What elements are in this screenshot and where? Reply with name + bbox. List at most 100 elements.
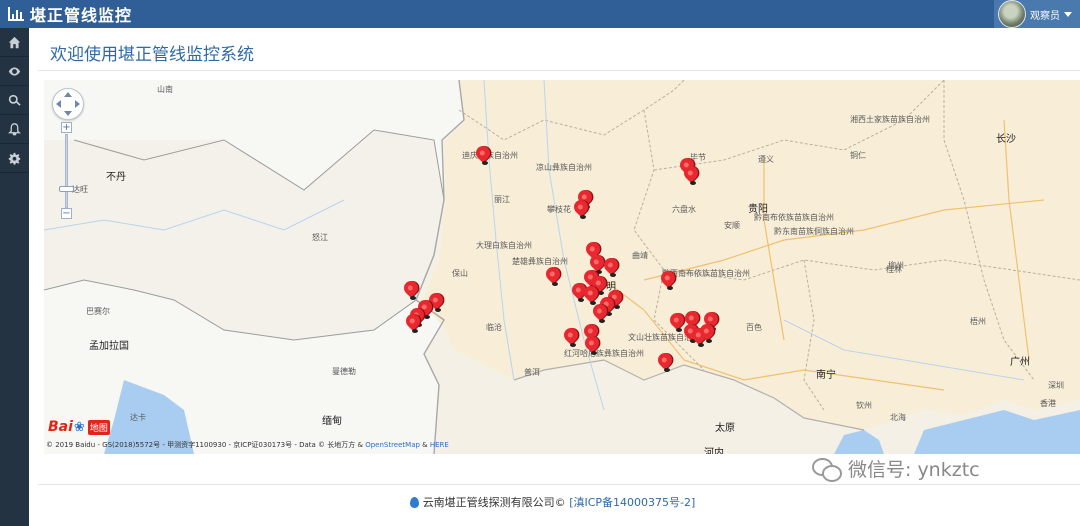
map-logo[interactable]: Bai ❀ 地图 <box>48 417 110 437</box>
location-marker[interactable] <box>697 321 717 343</box>
copyright-amp: & <box>419 441 430 449</box>
sidebar-item-alerts[interactable] <box>0 115 29 144</box>
top-navbar: 堪正管线监控 观察员 <box>0 0 1080 28</box>
search-icon <box>8 94 21 106</box>
sidebar-item-search[interactable] <box>0 86 29 115</box>
location-marker[interactable] <box>581 283 601 305</box>
map-view[interactable]: 不丹 孟加拉国 缅甸 贵阳 明 南宁 广州 长沙 河内 太原 香港 巴赛尔 山南… <box>44 80 1080 454</box>
map-label: 长沙 <box>996 134 1016 145</box>
page-title: 欢迎使用堪正管线监控系统 <box>50 45 254 65</box>
gear-icon <box>8 152 21 165</box>
bar-chart-icon <box>8 7 24 21</box>
location-marker[interactable] <box>571 197 591 219</box>
map-label: 香港 <box>1040 399 1056 408</box>
map-label: 遵义 <box>758 155 774 164</box>
paw-icon: ❀ <box>73 419 85 435</box>
map-label: 百色 <box>746 323 762 332</box>
map-label: 丽江 <box>494 195 510 204</box>
map-label: 普洱 <box>524 368 540 377</box>
osm-link[interactable]: OpenStreetMap <box>365 441 420 449</box>
map-label: 太原 <box>715 423 735 434</box>
wechat-icon <box>812 457 842 482</box>
home-icon <box>8 36 21 48</box>
map-label: 缅甸 <box>322 416 342 427</box>
map-label: 深圳 <box>1048 381 1064 390</box>
map-label: 梧州 <box>970 317 986 326</box>
location-marker[interactable] <box>582 333 602 355</box>
location-marker[interactable] <box>473 143 493 165</box>
zoom-slider[interactable] <box>65 134 68 208</box>
copyright-text: © 2019 Baidu - GS(2018)5572号 - 甲测资字11009… <box>46 441 366 449</box>
sidebar-item-settings[interactable] <box>0 144 29 173</box>
map-label: 达卡 <box>130 413 146 422</box>
zoom-slider-handle[interactable] <box>59 186 74 192</box>
pan-right-icon[interactable] <box>75 100 80 108</box>
pan-left-icon[interactable] <box>56 100 61 108</box>
brand[interactable]: 堪正管线监控 <box>8 0 132 28</box>
map-label: 桂林 <box>886 265 902 274</box>
map-label: 孟加拉国 <box>89 341 129 352</box>
pan-down-icon[interactable] <box>64 111 72 116</box>
icp-link[interactable]: [滇ICP备14000375号-2] <box>569 496 695 509</box>
location-marker[interactable] <box>681 163 701 185</box>
map-label: 北海 <box>890 413 906 422</box>
map-label: 黔南布依族苗族自治州 <box>754 213 834 222</box>
map-label: 攀枝花 <box>547 205 571 214</box>
location-marker[interactable] <box>590 301 610 323</box>
map-label: 大理白族自治州 <box>476 241 532 250</box>
eye-icon <box>8 66 21 76</box>
map-label: 曼德勒 <box>332 367 356 376</box>
watermark-text: 微信号: ynkztc <box>848 459 980 481</box>
map-label: 南宁 <box>816 370 836 381</box>
avatar <box>998 0 1026 28</box>
caret-down-icon <box>1064 11 1072 17</box>
map-label: 六盘水 <box>672 205 696 214</box>
divider <box>38 484 1080 485</box>
water-drop-icon <box>409 497 419 508</box>
location-marker[interactable] <box>403 311 423 333</box>
map-label: 钦州 <box>856 401 872 410</box>
map-label: 巴赛尔 <box>86 307 110 316</box>
map-label: 铜仁 <box>850 151 866 160</box>
pan-up-icon[interactable] <box>64 92 72 97</box>
user-name: 观察员 <box>1030 10 1060 22</box>
map-label: 达旺 <box>72 185 88 194</box>
map-label: 广州 <box>1010 357 1030 368</box>
location-marker[interactable] <box>561 325 581 347</box>
map-label: 红河哈尼族彝族自治州 <box>564 349 644 358</box>
map-label: 楚雄彝族自治州 <box>512 257 568 266</box>
map-base-layer <box>44 80 1080 454</box>
zoom-out-button[interactable]: − <box>61 208 72 219</box>
location-marker[interactable] <box>601 255 621 277</box>
divider <box>38 70 1080 71</box>
map-label: 湘西土家族苗族自治州 <box>850 115 930 124</box>
user-menu[interactable]: 观察员 <box>994 0 1080 28</box>
map-label: 山南 <box>157 85 173 94</box>
map-copyright: © 2019 Baidu - GS(2018)5572号 - 甲测资字11009… <box>46 440 449 450</box>
wechat-watermark: 微信号: ynkztc <box>812 455 980 482</box>
footer: 云南堪正管线探测有限公司© [滇ICP备14000375号-2] <box>0 494 1080 510</box>
sidebar-item-monitor[interactable] <box>0 57 29 86</box>
map-label: 临沧 <box>486 323 502 332</box>
sidebar <box>0 28 29 526</box>
here-link[interactable]: HERE <box>430 441 449 449</box>
location-marker[interactable] <box>401 278 421 300</box>
location-marker[interactable] <box>658 268 678 290</box>
pan-control[interactable] <box>52 88 84 120</box>
map-label: 不丹 <box>106 172 126 183</box>
map-label: 安顺 <box>724 221 740 230</box>
map-label: 保山 <box>452 269 468 278</box>
sidebar-item-home[interactable] <box>0 28 29 57</box>
map-label: 黔东南苗族侗族自治州 <box>774 227 854 236</box>
map-label: 凉山彝族自治州 <box>536 163 592 172</box>
bell-icon <box>8 122 21 135</box>
zoom-in-button[interactable]: + <box>61 122 72 133</box>
location-marker[interactable] <box>655 350 675 372</box>
logo-label: 地图 <box>87 419 110 435</box>
app-title: 堪正管线监控 <box>30 6 133 25</box>
map-label: 河内 <box>704 448 724 454</box>
footer-company: 云南堪正管线探测有限公司© <box>422 496 566 509</box>
location-marker[interactable] <box>667 310 687 332</box>
logo-text: Bai <box>48 419 73 435</box>
location-marker[interactable] <box>543 264 563 286</box>
